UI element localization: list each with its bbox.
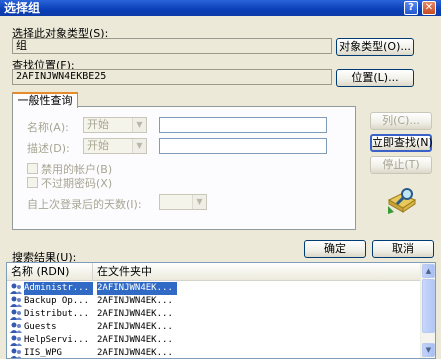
group-icon <box>10 335 22 346</box>
days-since-logon-select[interactable]: ▼ <box>159 194 207 210</box>
column-header-name[interactable]: 名称 (RDN) <box>7 263 93 281</box>
vertical-scrollbar[interactable]: ▲ ▼ <box>420 263 435 358</box>
location-field: 2AFINJWN4EKBE25 <box>12 69 332 85</box>
row-folder: 2AFINJWN4EK... <box>97 282 177 295</box>
group-icon <box>10 309 22 320</box>
row-folder: 2AFINJWN4EK... <box>97 309 173 319</box>
group-icon <box>10 296 22 307</box>
columns-button[interactable]: 列(C)... <box>370 112 432 130</box>
name-label: 名称(A): <box>27 121 69 134</box>
stop-button[interactable]: 停止(T) <box>370 156 432 174</box>
search-results-list[interactable]: 名称 (RDN) 在文件夹中 Administr... 2AFINJWN4EK.… <box>6 262 436 359</box>
name-mode-value: 开始 <box>87 118 109 131</box>
description-label: 描述(D): <box>27 142 70 155</box>
list-header: 名称 (RDN) 在文件夹中 <box>7 263 421 281</box>
scroll-up-icon[interactable]: ▲ <box>422 264 435 278</box>
name-mode-select[interactable]: 开始 ▼ <box>83 117 147 133</box>
object-type-field: 组 <box>12 38 332 54</box>
find-now-button[interactable]: 立即查找(N) <box>370 134 433 152</box>
table-row[interactable]: HelpServi... 2AFINJWN4EK... <box>7 334 421 347</box>
chevron-down-icon: ▼ <box>192 195 206 209</box>
group-icon <box>10 348 22 358</box>
general-query-panel: 名称(A): 开始 ▼ 描述(D): 开始 ▼ 禁用的帐户(B) 不过期密码(X… <box>12 106 356 230</box>
object-types-button[interactable]: 对象类型(O)... <box>336 38 414 56</box>
ok-button[interactable]: 确定 <box>304 240 366 258</box>
chevron-down-icon: ▼ <box>132 118 146 132</box>
group-icon <box>10 322 22 333</box>
column-header-folder[interactable]: 在文件夹中 <box>93 263 421 281</box>
name-input[interactable] <box>159 117 327 133</box>
window-title: 选择组 <box>4 1 41 15</box>
row-name: Administr... <box>24 282 93 295</box>
scroll-thumb[interactable] <box>422 279 435 333</box>
help-button[interactable]: ? <box>404 1 418 15</box>
row-name: Guests <box>24 322 57 332</box>
table-row[interactable]: Administr... 2AFINJWN4EK... <box>7 282 421 295</box>
table-row[interactable]: Distribut... 2AFINJWN4EK... <box>7 308 421 321</box>
table-row[interactable]: Backup Op... 2AFINJWN4EK... <box>7 295 421 308</box>
group-icon <box>10 283 22 294</box>
row-name: Backup Op... <box>24 296 90 306</box>
description-input[interactable] <box>159 138 327 154</box>
description-mode-select[interactable]: 开始 ▼ <box>83 138 147 154</box>
table-row[interactable]: IIS_WPG 2AFINJWN4EK... <box>7 347 421 358</box>
disabled-accounts-checkbox[interactable] <box>27 163 38 174</box>
no-expire-password-checkbox[interactable] <box>27 177 38 188</box>
description-mode-value: 开始 <box>87 139 109 152</box>
row-name: Distribut... <box>24 309 90 319</box>
row-folder: 2AFINJWN4EK... <box>97 296 173 306</box>
cancel-button[interactable]: 取消 <box>372 240 434 258</box>
row-folder: 2AFINJWN4EK... <box>97 348 173 358</box>
search-animation-icon <box>387 188 417 214</box>
tab-general-query[interactable]: 一般性查询 <box>12 92 78 108</box>
scroll-down-icon[interactable]: ▼ <box>422 343 435 357</box>
no-expire-password-label: 不过期密码(X) <box>41 177 113 190</box>
days-since-logon-label: 自上次登录后的天数(I): <box>27 198 142 211</box>
row-name: IIS_WPG <box>24 348 62 358</box>
row-name: HelpServi... <box>24 335 90 345</box>
row-folder: 2AFINJWN4EK... <box>97 335 173 345</box>
row-folder: 2AFINJWN4EK... <box>97 322 173 332</box>
title-bar: 选择组 ? ✕ <box>0 0 441 16</box>
chevron-down-icon: ▼ <box>132 139 146 153</box>
table-row[interactable]: Guests 2AFINJWN4EK... <box>7 321 421 334</box>
locations-button[interactable]: 位置(L)... <box>336 69 414 87</box>
close-button[interactable]: ✕ <box>422 1 436 15</box>
